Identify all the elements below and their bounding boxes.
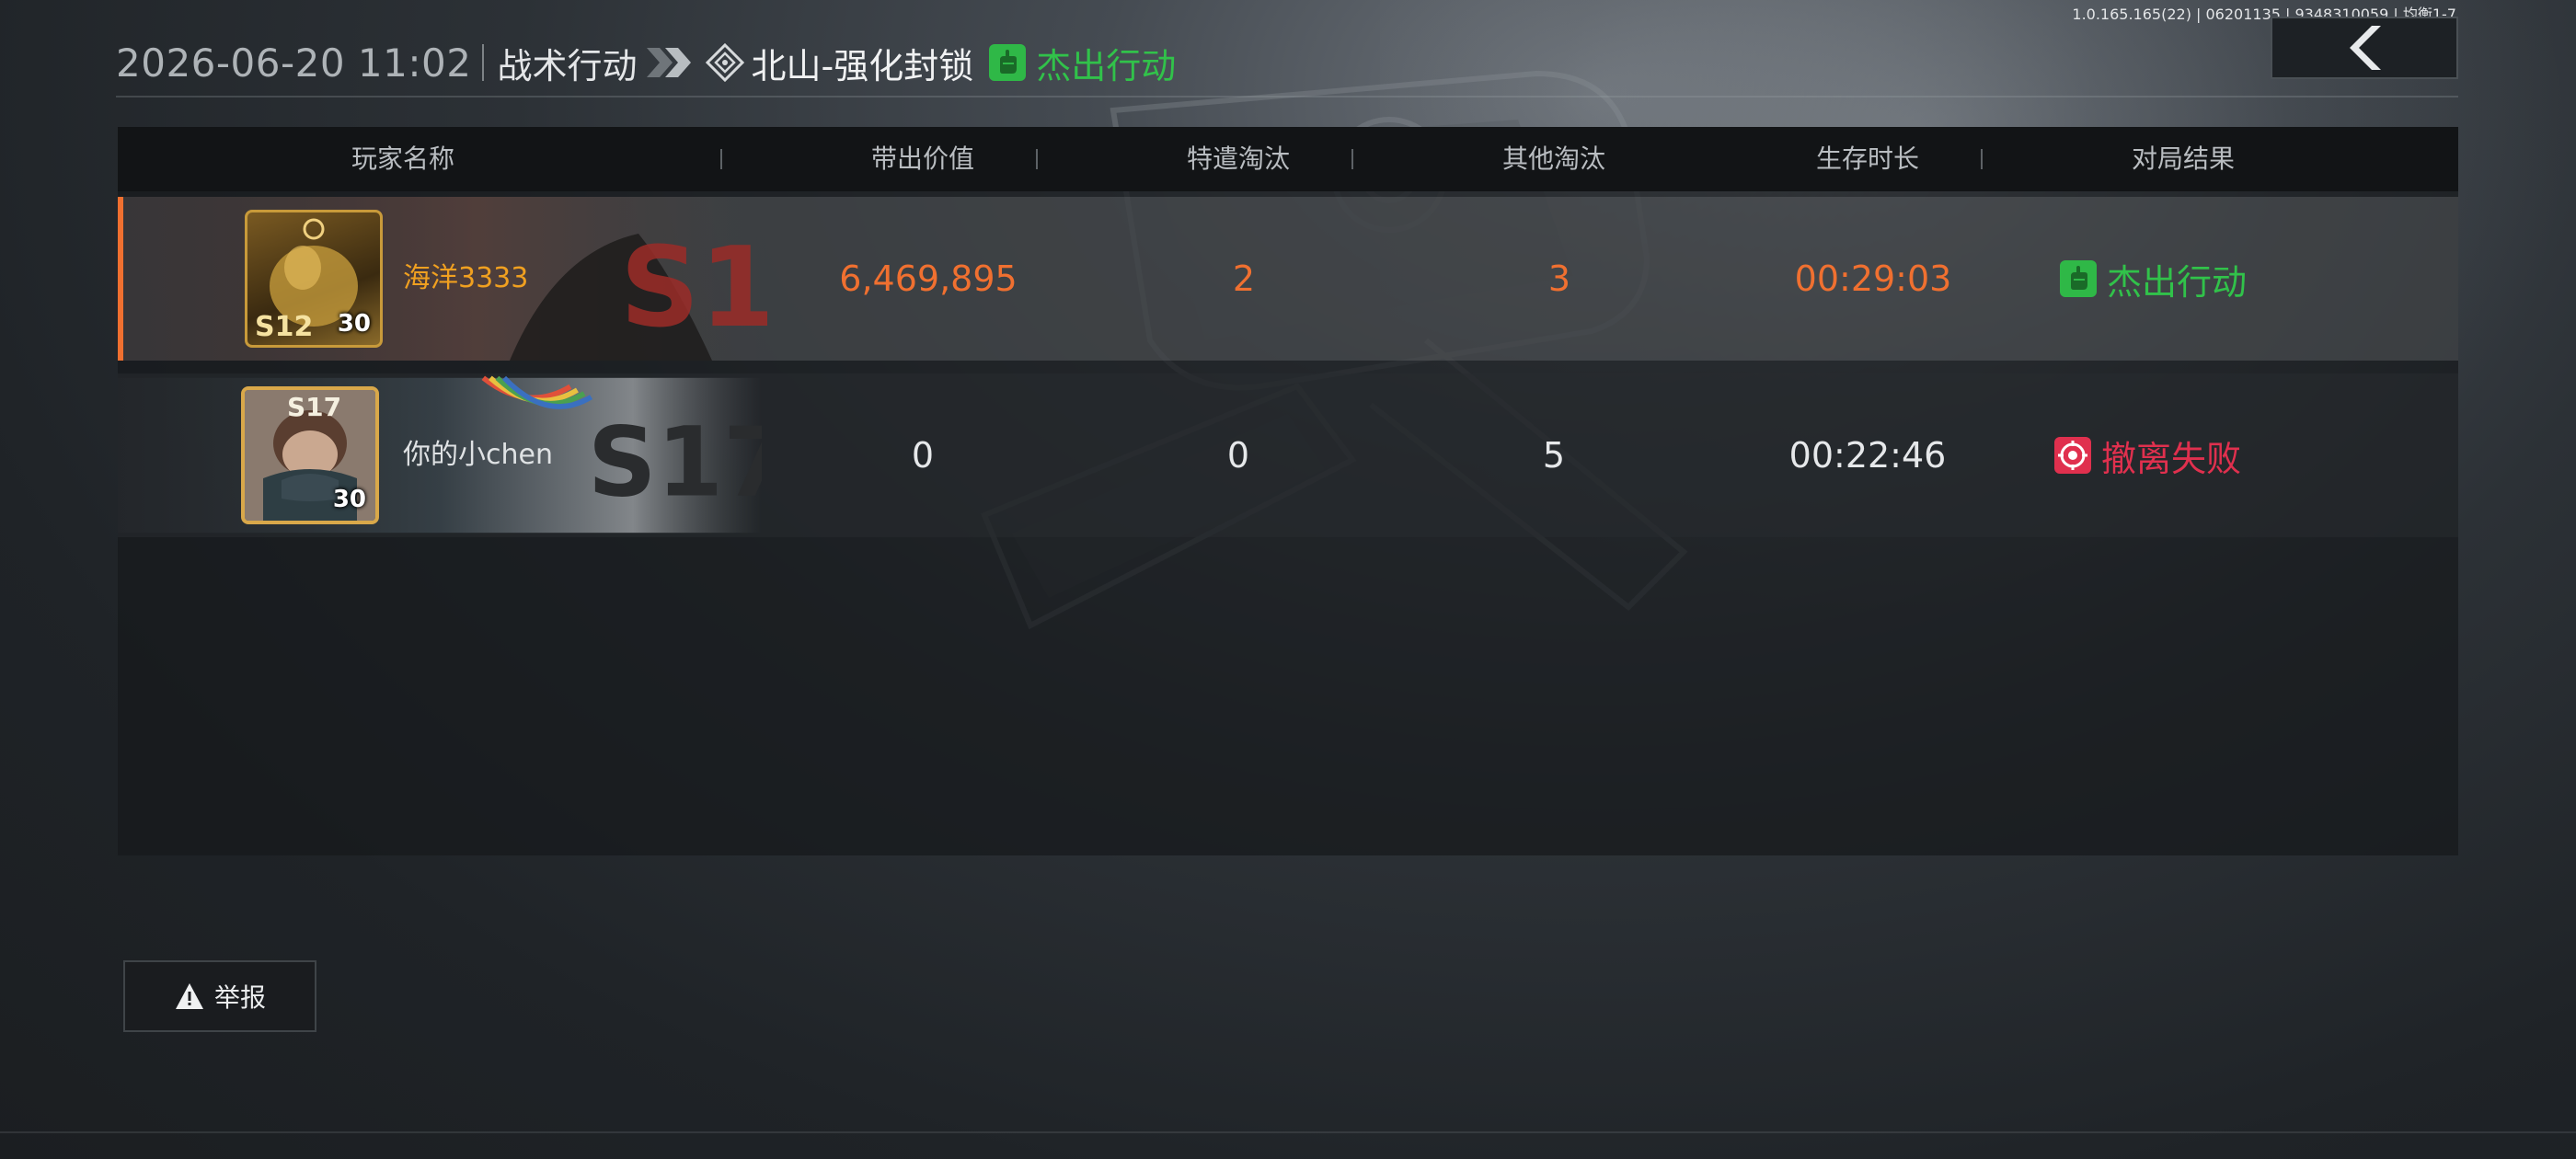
match-result: 杰出行动 xyxy=(2059,197,2247,361)
avatar[interactable]: S17 30 xyxy=(241,386,379,524)
fist-icon xyxy=(2060,260,2097,297)
double-chevron-icon xyxy=(643,44,700,81)
match-result-label: 杰出行动 xyxy=(2107,261,2248,303)
table-row[interactable]: S14 S12 30 海洋3333 6,469,895 2 3 00:29:03… xyxy=(118,197,2458,361)
column-header-other-elims: 其他淘汰 xyxy=(1501,143,1605,174)
fail-icon xyxy=(2054,437,2091,474)
player-name: 你的小chen xyxy=(403,439,553,471)
avatar-season-badge: S17 xyxy=(287,392,341,422)
header-result: 杰出行动 xyxy=(988,38,1176,88)
survival-time: 00:22:46 xyxy=(1788,435,1947,476)
banner-season-text: S17 xyxy=(588,407,762,519)
column-header-player: 玩家名称 xyxy=(351,143,454,174)
match-result-label: 撤离失败 xyxy=(2101,438,2242,479)
survival-time: 00:29:03 xyxy=(1794,258,1952,299)
column-header-survival: 生存时长 xyxy=(1815,143,1919,174)
player-level: 30 xyxy=(332,486,366,513)
header-result-label: 杰出行动 xyxy=(1036,45,1177,86)
column-divider xyxy=(1351,149,1353,169)
extracted-value: 0 xyxy=(911,435,935,476)
special-elims: 2 xyxy=(1232,258,1256,299)
map-name: 北山-强化封锁 xyxy=(751,45,974,86)
table-row[interactable]: S17 S17 30 你的小chen 0 0 5 00:22:46 xyxy=(118,373,2458,537)
avatar-season-badge: S12 xyxy=(255,311,313,343)
column-header-special-elims: 特遣淘汰 xyxy=(1186,143,1290,174)
game-mode: 战术行动 xyxy=(497,45,638,86)
footer-divider xyxy=(0,1131,2576,1133)
table-header: 玩家名称 带出价值 特遣淘汰 其他淘汰 生存时长 对局结果 xyxy=(118,127,2458,191)
other-elims: 5 xyxy=(1542,435,1566,476)
scoreboard-table: 玩家名称 带出价值 特遣淘汰 其他淘汰 生存时长 对局结果 S14 xyxy=(118,127,2458,855)
map-diamond-icon xyxy=(705,43,744,82)
match-result: 撤离失败 xyxy=(2053,373,2241,537)
column-divider xyxy=(1981,149,1983,169)
player-name: 海洋3333 xyxy=(403,262,529,294)
column-divider xyxy=(1036,149,1038,169)
column-header-value: 带出价值 xyxy=(870,143,974,174)
special-elims: 0 xyxy=(1226,435,1250,476)
match-datetime: 2026-06-20 11:02 xyxy=(116,40,472,86)
column-header-result: 对局结果 xyxy=(2131,143,2235,174)
chevron-left-icon xyxy=(2350,26,2381,70)
report-button[interactable]: 举报 xyxy=(123,960,316,1032)
player-level: 30 xyxy=(337,310,371,338)
header-underline xyxy=(116,96,2458,98)
warning-icon xyxy=(175,983,203,1009)
column-divider xyxy=(720,149,722,169)
report-button-label: 举报 xyxy=(213,982,266,1013)
back-button[interactable] xyxy=(2271,17,2458,79)
avatar[interactable]: S12 30 xyxy=(245,210,383,348)
header-divider xyxy=(482,44,485,81)
match-header: 2026-06-20 11:02 战术行动 北山-强化封锁 杰出行动 xyxy=(116,35,1176,90)
other-elims: 3 xyxy=(1547,258,1571,299)
extracted-value: 6,469,895 xyxy=(839,258,1018,299)
banner-season-text: S14 xyxy=(620,224,767,352)
fist-icon xyxy=(989,44,1027,81)
